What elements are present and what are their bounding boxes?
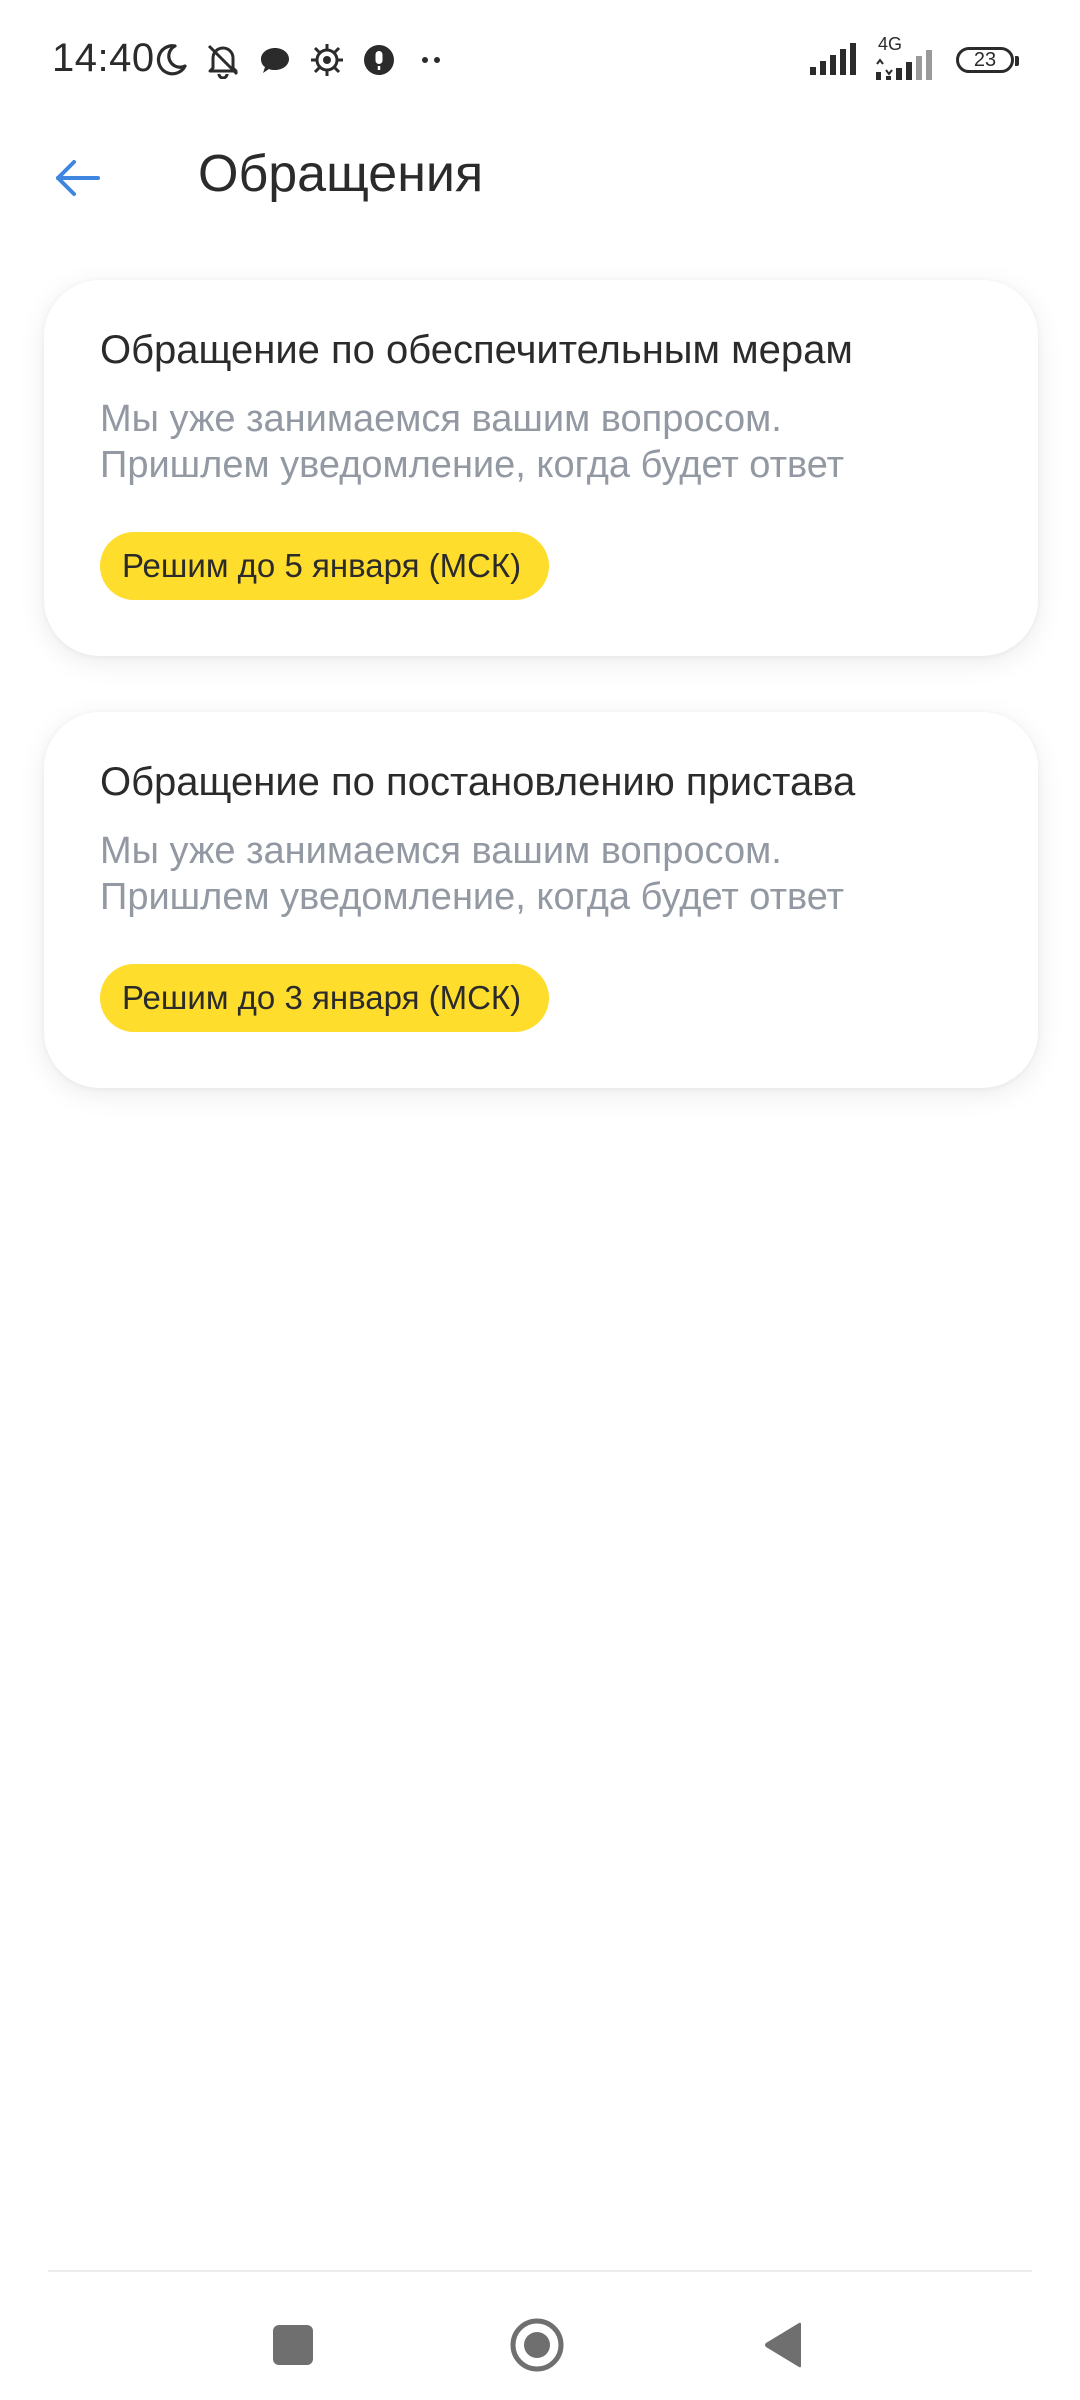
back-button[interactable] [40,150,116,210]
battery-level: 23 [973,48,997,71]
microphone-icon [360,41,398,79]
recent-apps-button[interactable] [258,2312,328,2382]
status-icons-left [152,36,450,84]
deadline-badge: Решим до 3 января (МСК) [100,964,550,1032]
status-bar: 14:40 4G 23 [0,0,1080,120]
appeal-status-line2: Пришлем уведомление, когда будет ответ [100,444,845,486]
deadline-badge: Решим до 5 января (МСК) [100,532,550,600]
appeal-title: Обращение по постановлению пристава [100,760,856,804]
signal-4g-icon: 4G [874,34,942,80]
status-time: 14:40 [52,36,155,80]
status-icons-right: 4G 23 [810,34,1019,82]
bell-off-icon [204,41,242,79]
system-back-button[interactable] [748,2312,818,2382]
chat-bubble-icon [256,41,294,79]
appeals-list: Обращение по обеспечительным мерам Мы уж… [44,280,1038,1144]
home-button[interactable] [502,2312,572,2382]
battery-icon: 23 [956,47,1019,73]
system-nav-bar [0,2272,1080,2400]
signal-icon [810,41,860,80]
appeal-status-line1: Мы уже занимаемся вашим вопросом. [100,398,782,440]
page-title: Обращения [198,145,484,203]
app-header: Обращения [0,130,1080,230]
appeal-status-text: Мы уже занимаемся вашим вопросом. Пришле… [100,396,982,488]
appeal-status-line1: Мы уже занимаемся вашим вопросом. [100,830,782,872]
appeal-card[interactable]: Обращение по обеспечительным мерам Мы уж… [44,280,1038,656]
arrow-left-icon [54,158,102,203]
settings-bug-icon [308,41,346,79]
recent-apps-icon [271,2323,315,2372]
moon-icon [152,41,190,79]
back-triangle-icon [761,2320,805,2375]
appeal-status-text: Мы уже занимаемся вашим вопросом. Пришле… [100,828,982,920]
more-dots-icon [412,41,450,79]
appeal-status-line2: Пришлем уведомление, когда будет ответ [100,876,845,918]
appeal-card[interactable]: Обращение по постановлению пристава Мы у… [44,712,1038,1088]
appeal-title: Обращение по обеспечительным мерам [100,328,853,372]
home-icon [509,2317,565,2378]
